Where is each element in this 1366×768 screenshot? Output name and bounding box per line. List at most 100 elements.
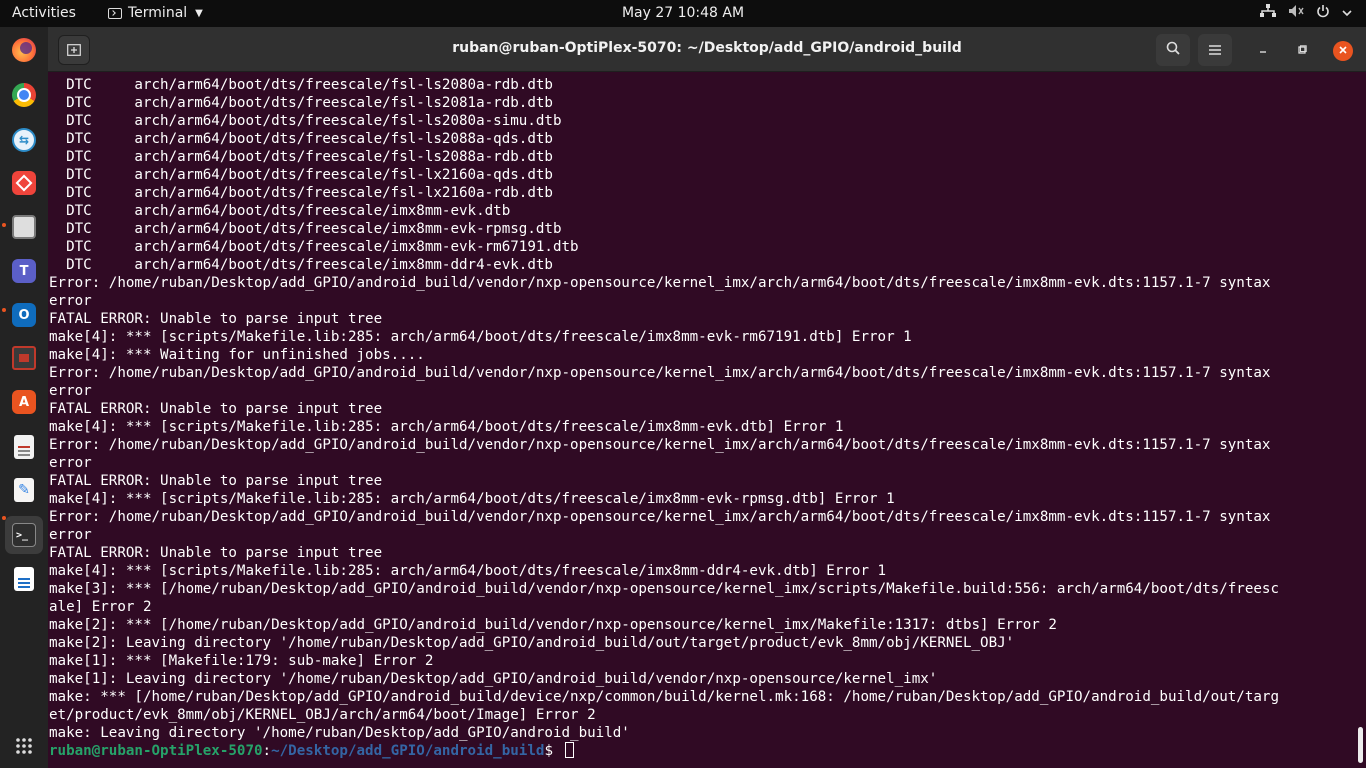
app-menu-label: Terminal (128, 5, 188, 21)
dock-item-terminal[interactable]: >_ (5, 516, 43, 554)
terminal-line: DTC arch/arm64/boot/dts/freescale/fsl-ls… (49, 149, 553, 165)
terminal-line: FATAL ERROR: Unable to parse input tree (49, 311, 383, 327)
terminal-line: error (49, 293, 92, 309)
minimize-button[interactable] (1253, 41, 1273, 61)
remote-icon: ⇆ (12, 128, 36, 152)
terminal-output[interactable]: DTC arch/arm64/boot/dts/freescale/fsl-ls… (48, 72, 1366, 760)
terminal-line: DTC arch/arm64/boot/dts/freescale/fsl-ls… (49, 95, 553, 111)
terminal-line: make[1]: Leaving directory '/home/ruban/… (49, 671, 938, 687)
terminal-line: make[4]: *** [scripts/Makefile.lib:285: … (49, 329, 912, 345)
terminal-line: Error: /home/ruban/Desktop/add_GPIO/andr… (49, 275, 1271, 291)
terminal-line: FATAL ERROR: Unable to parse input tree (49, 473, 383, 489)
terminal-line: make: *** [/home/ruban/Desktop/add_GPIO/… (49, 689, 1279, 705)
dock-item-anydesk[interactable] (5, 164, 43, 202)
scrollbar[interactable] (1358, 727, 1363, 763)
window-titlebar[interactable]: ruban@ruban-OptiPlex-5070: ~/Desktop/add… (48, 27, 1366, 72)
window-title: ruban@ruban-OptiPlex-5070: ~/Desktop/add… (452, 40, 962, 56)
terminal-line: make: Leaving directory '/home/ruban/Des… (49, 725, 630, 741)
volume-muted-icon[interactable] (1288, 4, 1304, 22)
hamburger-menu-icon (1209, 41, 1221, 59)
terminal-line: DTC arch/arm64/boot/dts/freescale/imx8mm… (49, 221, 562, 237)
terminal-line: FATAL ERROR: Unable to parse input tree (49, 401, 383, 417)
dock-item-files[interactable] (5, 208, 43, 246)
software-store-icon: A (12, 390, 36, 414)
dock: ⇆ T O A ✎ >_ (0, 27, 48, 768)
prompt-separator: : (262, 743, 272, 759)
terminal-line: DTC arch/arm64/boot/dts/freescale/fsl-lx… (49, 185, 553, 201)
maximize-button[interactable] (1292, 41, 1312, 61)
dock-item-document-viewer[interactable] (5, 428, 43, 466)
terminal-line: DTC arch/arm64/boot/dts/freescale/imx8mm… (49, 239, 579, 255)
writer-icon (14, 567, 34, 591)
screen-icon (12, 346, 36, 370)
dock-item-outlook[interactable]: O (5, 296, 43, 334)
top-bar: Activities Terminal ▼ May 27 10:48 AM (0, 0, 1366, 27)
terminal-line: ale] Error 2 (49, 599, 152, 615)
terminal-line: et/product/evk_8mm/obj/KERNEL_OBJ/arch/a… (49, 707, 596, 723)
clock-container: May 27 10:48 AM (0, 5, 1366, 21)
prompt-user: ruban@ruban-OptiPlex-5070 (49, 743, 263, 759)
maximize-icon (1297, 44, 1307, 58)
menu-button[interactable] (1198, 34, 1232, 66)
chevron-down-icon: ▼ (195, 7, 203, 19)
terminal-line: DTC arch/arm64/boot/dts/freescale/fsl-ls… (49, 113, 562, 129)
close-icon (1338, 44, 1348, 58)
new-tab-icon (67, 41, 81, 60)
terminal-line: DTC arch/arm64/boot/dts/freescale/imx8mm… (49, 257, 553, 273)
terminal-icon: >_ (12, 523, 36, 547)
network-icon[interactable] (1260, 4, 1276, 22)
activities-button[interactable]: Activities (12, 5, 76, 21)
terminal-line: make[4]: *** [scripts/Makefile.lib:285: … (49, 491, 895, 507)
terminal-line: make[3]: *** [/home/ruban/Desktop/add_GP… (49, 581, 1279, 597)
terminal-line: make[2]: Leaving directory '/home/ruban/… (49, 635, 1015, 651)
close-button[interactable] (1333, 41, 1353, 61)
text-editor-icon: ✎ (14, 478, 34, 502)
system-tray[interactable] (1260, 4, 1352, 22)
terminal-cursor[interactable] (564, 742, 574, 758)
terminal-line: make[1]: *** [Makefile:179: sub-make] Er… (49, 653, 434, 669)
dock-item-remote[interactable]: ⇆ (5, 121, 43, 159)
search-icon (1166, 41, 1180, 59)
dock-item-writer[interactable] (5, 560, 43, 598)
dock-item-screen-tool[interactable] (5, 339, 43, 377)
chevron-down-icon[interactable] (1342, 5, 1352, 21)
firefox-icon (12, 38, 36, 62)
dock-item-software[interactable]: A (5, 383, 43, 421)
files-icon (12, 215, 36, 239)
show-apps-button[interactable] (5, 727, 43, 765)
search-button[interactable] (1156, 34, 1190, 66)
anydesk-icon (12, 171, 36, 195)
minimize-icon (1258, 44, 1268, 58)
terminal-line: DTC arch/arm64/boot/dts/freescale/imx8mm… (49, 203, 511, 219)
outlook-icon: O (12, 303, 36, 327)
dock-item-chrome[interactable] (5, 76, 43, 114)
terminal-line: Error: /home/ruban/Desktop/add_GPIO/andr… (49, 509, 1271, 525)
terminal-line: DTC arch/arm64/boot/dts/freescale/fsl-ls… (49, 77, 553, 93)
terminal-line: make[4]: *** Waiting for unfinished jobs… (49, 347, 425, 363)
clock-button[interactable]: May 27 10:48 AM (622, 5, 744, 21)
dock-item-teams[interactable]: T (5, 252, 43, 290)
terminal-line: DTC arch/arm64/boot/dts/freescale/fsl-lx… (49, 167, 553, 183)
terminal-line: make[4]: *** [scripts/Makefile.lib:285: … (49, 419, 844, 435)
dock-item-firefox[interactable] (5, 31, 43, 69)
dock-item-text-editor[interactable]: ✎ (5, 471, 43, 509)
teams-icon: T (12, 259, 36, 283)
terminal-line: Error: /home/ruban/Desktop/add_GPIO/andr… (49, 437, 1271, 453)
power-icon[interactable] (1316, 4, 1330, 22)
terminal-line: make[2]: *** [/home/ruban/Desktop/add_GP… (49, 617, 1057, 633)
terminal-line: make[4]: *** [scripts/Makefile.lib:285: … (49, 563, 887, 579)
app-menu-button[interactable]: Terminal ▼ (108, 5, 203, 21)
terminal-line: DTC arch/arm64/boot/dts/freescale/fsl-ls… (49, 131, 553, 147)
new-tab-button[interactable] (58, 35, 90, 65)
terminal-line: FATAL ERROR: Unable to parse input tree (49, 545, 383, 561)
grid-icon (12, 734, 36, 758)
terminal-app-icon (108, 7, 122, 19)
terminal-prompt[interactable]: ruban@ruban-OptiPlex-5070:~/Desktop/add_… (49, 742, 1366, 760)
terminal-line: error (49, 527, 92, 543)
terminal-area[interactable]: DTC arch/arm64/boot/dts/freescale/fsl-ls… (48, 72, 1366, 768)
terminal-line: error (49, 383, 92, 399)
prompt-path: ~/Desktop/add_GPIO/android_build (271, 743, 545, 759)
terminal-line: error (49, 455, 92, 471)
prompt-symbol: $ (544, 743, 562, 759)
document-viewer-icon (14, 435, 34, 459)
